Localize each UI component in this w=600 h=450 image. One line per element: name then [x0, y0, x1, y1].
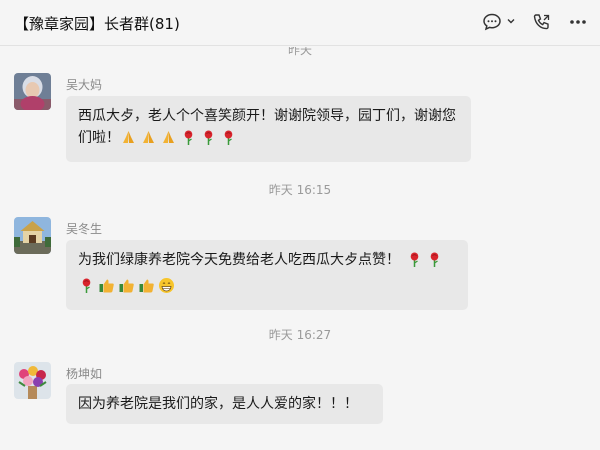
thumbs-up-icon [118, 277, 135, 301]
praying-hands-icon [160, 129, 177, 153]
message-text: 为我们绿康养老院今天免费给老人吃西瓜大歺点赞！ [78, 252, 400, 268]
avatar[interactable] [14, 73, 51, 110]
avatar[interactable] [14, 362, 51, 399]
praying-hands-icon [120, 129, 137, 153]
rose-icon [200, 129, 217, 153]
rose-icon [180, 129, 197, 153]
thumbs-up-icon [98, 277, 115, 301]
chat-bubble-icon[interactable] [482, 12, 502, 32]
rose-icon [426, 251, 443, 275]
message-bubble[interactable]: 因为养老院是我们的家，是人人爱的家！！！ [66, 384, 383, 424]
sender-name: 杨坤如 [66, 367, 103, 381]
praying-hands-icon [140, 129, 157, 153]
timestamp: 昨天 16:15 [268, 183, 332, 197]
thumbs-up-icon [138, 277, 155, 301]
message-bubble[interactable]: 为我们绿康养老院今天免费给老人吃西瓜大歺点赞！ [66, 240, 468, 310]
chat-header: 【豫章家园】长者群(81) [0, 0, 600, 46]
timestamp: 昨天 [287, 47, 312, 57]
message-bubble[interactable]: 西瓜大歺，老人个个喜笑颜开！谢谢院领导，园丁们，谢谢您们啦！ [66, 96, 471, 162]
rose-icon [220, 129, 237, 153]
message-text: 因为养老院是我们的家，是人人爱的家！！！ [78, 396, 358, 412]
group-title[interactable]: 【豫章家园】长者群(81) [14, 13, 180, 34]
avatar[interactable] [14, 217, 51, 254]
emoji-row [120, 130, 240, 146]
chevron-down-icon[interactable] [506, 16, 516, 26]
phone-icon[interactable] [532, 12, 552, 32]
grin-face-icon [158, 277, 175, 301]
sender-name: 吴冬生 [66, 222, 103, 236]
rose-icon [406, 251, 423, 275]
timestamp: 昨天 16:27 [268, 328, 332, 342]
message-list[interactable]: 昨天 吴大妈 西瓜大歺，老人个个喜笑颜开！谢谢院领导，园丁们，谢谢您们啦！ 昨天… [0, 47, 600, 450]
more-icon[interactable] [568, 12, 588, 32]
sender-name: 吴大妈 [66, 78, 103, 92]
rose-icon [78, 277, 95, 301]
